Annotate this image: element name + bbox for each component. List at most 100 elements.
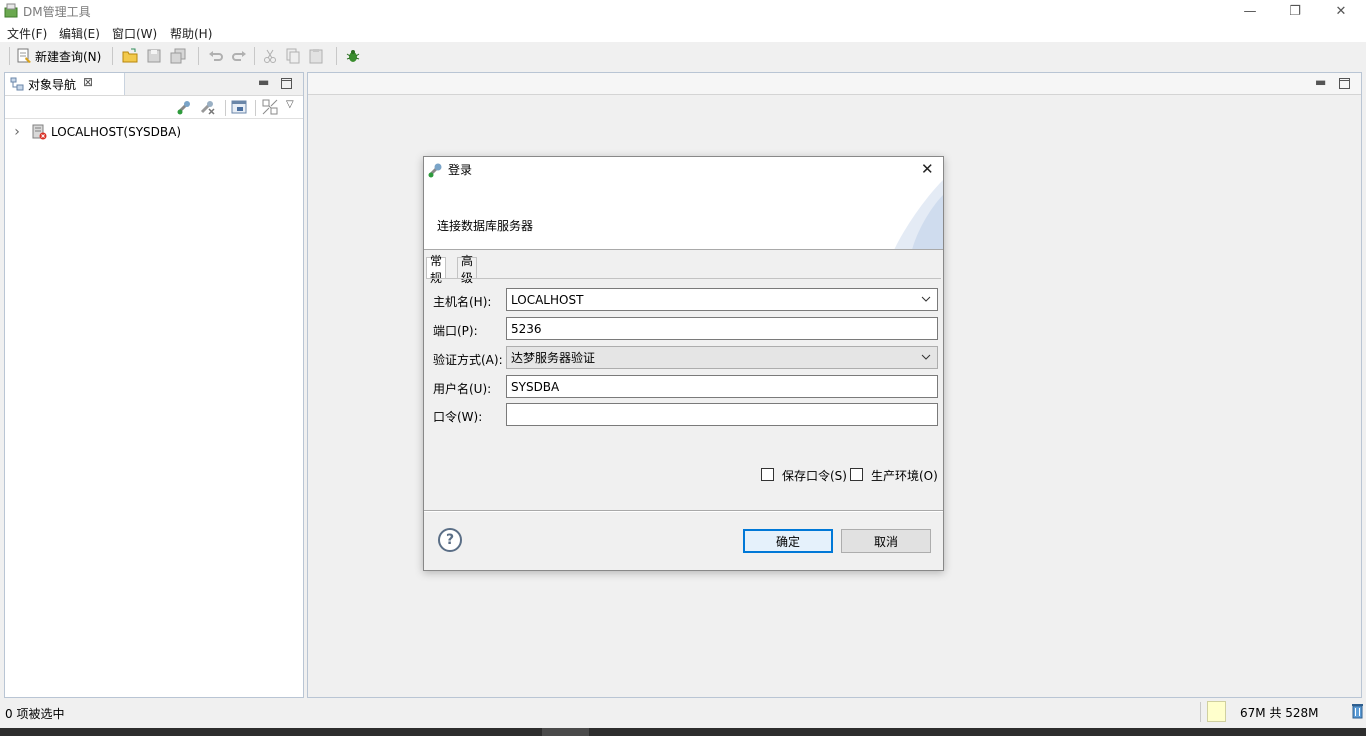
tab-object-navigator[interactable]: 对象导航 ⊠ — [5, 73, 125, 95]
maximize-view-icon[interactable] — [281, 78, 292, 89]
status-bar: 0 项被选中 67M 共 528M — [0, 700, 1366, 726]
host-value: LOCALHOST — [511, 292, 584, 307]
redo-icon[interactable] — [231, 48, 247, 64]
toolbar-separator — [112, 47, 113, 65]
selection-status: 0 项被选中 — [5, 707, 65, 721]
new-query-button[interactable]: 新建查询(N) — [16, 46, 101, 66]
port-input[interactable]: 5236 — [506, 317, 938, 340]
host-label: 主机名(H): — [433, 295, 492, 309]
toolbar-separator — [254, 47, 255, 65]
toolbar-separator — [255, 100, 256, 116]
title-bar: DM管理工具 — ❐ ✕ — [0, 0, 1366, 22]
minimize-view-icon[interactable]: ▬ — [258, 75, 269, 89]
ok-label: 确定 — [775, 534, 800, 549]
chevron-down-icon — [921, 354, 931, 360]
help-icon[interactable]: ? — [438, 528, 462, 552]
minimize-icon: — — [1243, 3, 1257, 19]
dialog-title: 登录 — [448, 163, 473, 177]
save-all-icon[interactable] — [170, 48, 186, 64]
menu-file[interactable]: 文件(F) — [7, 25, 47, 42]
username-input[interactable]: SYSDBA — [506, 375, 938, 398]
chevron-down-icon — [921, 296, 931, 302]
minimize-editor-icon[interactable]: ▬ — [1315, 75, 1326, 89]
database-server-icon — [32, 124, 47, 140]
editor-tab-bar: ▬ — [308, 73, 1361, 95]
dialog-connect-icon — [428, 163, 442, 178]
maximize-editor-icon[interactable] — [1339, 78, 1350, 89]
window-close-button[interactable]: ✕ — [1318, 0, 1364, 22]
copy-icon[interactable] — [285, 48, 301, 64]
port-label: 端口(P): — [433, 324, 478, 338]
cut-icon[interactable] — [262, 48, 278, 64]
disconnect-icon[interactable] — [199, 99, 215, 115]
tree-expand-icon[interactable]: › — [11, 124, 23, 140]
view-menu-icon[interactable]: ▽ — [286, 99, 294, 110]
port-value: 5236 — [511, 321, 542, 336]
navigator-toolbar: ▽ — [5, 95, 303, 119]
toolbar-grip — [9, 47, 10, 65]
username-value: SYSDBA — [511, 379, 560, 394]
close-icon: ✕ — [1335, 3, 1347, 19]
new-window-icon[interactable] — [231, 99, 247, 115]
object-navigator-view: 对象导航 ⊠ ▬ ▽ › LOCALHOST(SYSDBA) — [4, 72, 304, 698]
memory-indicator-bar — [1207, 701, 1226, 722]
dialog-button-separator — [424, 510, 943, 512]
toolbar-separator — [198, 47, 199, 65]
menu-bar: 文件(F) 编辑(E) 窗口(W) 帮助(H) — [0, 22, 1366, 42]
auth-method-select[interactable]: 达梦服务器验证 — [506, 346, 938, 369]
dialog-header: 登录 ✕ 连接数据库服务器 — [424, 157, 943, 250]
navigator-tab-bar: 对象导航 ⊠ ▬ — [5, 73, 303, 95]
auth-value: 达梦服务器验证 — [511, 351, 596, 365]
taskbar-active-app[interactable] — [542, 728, 589, 736]
host-combo[interactable]: LOCALHOST — [506, 288, 938, 311]
help-glyph: ? — [445, 532, 455, 548]
memory-status: 67M 共 528M — [1240, 706, 1319, 720]
header-decoration-graphic — [894, 180, 943, 249]
dialog-close-icon[interactable]: ✕ — [921, 160, 934, 178]
navigator-icon — [10, 77, 24, 91]
auth-label: 验证方式(A): — [433, 353, 503, 367]
garbage-collect-trash-icon[interactable] — [1351, 703, 1364, 719]
window-title: DM管理工具 — [23, 5, 91, 19]
minimize-button[interactable]: — — [1227, 0, 1273, 22]
tree-item-label: LOCALHOST(SYSDBA) — [51, 125, 182, 139]
main-toolbar: 新建查询(N) — [0, 42, 1366, 70]
password-label: 口令(W): — [433, 410, 483, 424]
status-separator — [1200, 702, 1201, 722]
undo-icon[interactable] — [208, 48, 224, 64]
general-tab-panel: 主机名(H): LOCALHOST 端口(P): 5236 验证方式(A): 达… — [426, 278, 941, 510]
password-input[interactable] — [506, 403, 938, 426]
os-taskbar — [0, 728, 1366, 736]
tab-general[interactable]: 常规 — [426, 254, 447, 285]
paste-icon[interactable] — [308, 48, 324, 64]
tree-item-localhost[interactable]: › LOCALHOST(SYSDBA) — [11, 123, 181, 141]
restore-icon: ❐ — [1289, 3, 1301, 19]
production-env-label: 生产环境(O) — [871, 469, 938, 483]
menu-window[interactable]: 窗口(W) — [112, 25, 157, 42]
cancel-label: 取消 — [873, 534, 898, 549]
login-dialog: 登录 ✕ 连接数据库服务器 常规 高级 主机名(H): LOCALHOST 端口… — [423, 156, 944, 571]
new-query-icon — [17, 48, 31, 63]
save-password-label: 保存口令(S) — [782, 469, 847, 483]
tab-advanced[interactable]: 高级 — [457, 254, 478, 285]
ok-button[interactable]: 确定 — [743, 529, 833, 553]
cancel-button[interactable]: 取消 — [841, 529, 931, 553]
new-query-label: 新建查询(N) — [35, 49, 102, 64]
app-icon — [4, 3, 18, 18]
save-icon[interactable] — [146, 48, 162, 64]
restore-button[interactable]: ❐ — [1272, 0, 1318, 22]
dialog-subtitle: 连接数据库服务器 — [437, 219, 534, 233]
tab-close-icon[interactable]: ⊠ — [83, 75, 93, 89]
debug-bug-icon[interactable] — [345, 48, 361, 64]
collapse-all-icon[interactable] — [262, 99, 278, 115]
production-env-checkbox[interactable] — [850, 468, 863, 481]
navigator-tab-label: 对象导航 — [28, 78, 77, 92]
menu-help[interactable]: 帮助(H) — [170, 25, 212, 42]
save-password-checkbox[interactable] — [761, 468, 774, 481]
open-folder-icon[interactable] — [122, 48, 138, 64]
connect-icon[interactable] — [176, 99, 192, 115]
toolbar-separator — [336, 47, 337, 65]
toolbar-separator — [225, 100, 226, 116]
menu-edit[interactable]: 编辑(E) — [59, 25, 100, 42]
username-label: 用户名(U): — [433, 382, 492, 396]
